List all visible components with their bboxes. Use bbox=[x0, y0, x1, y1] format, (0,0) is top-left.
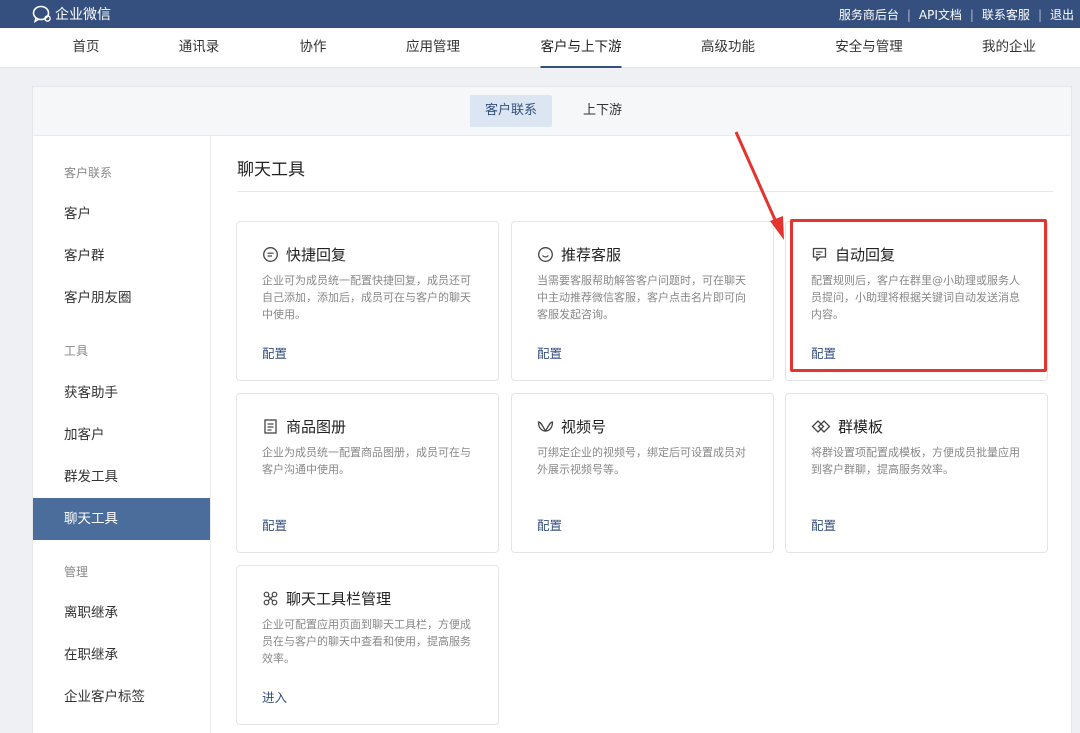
sidebar-group-label: 客户联系 bbox=[64, 166, 113, 180]
card-recommend-service[interactable]: 推荐客服 当需要客服帮助解答客户问题时，可在聊天中主动推荐微信客服，客户点击名片… bbox=[511, 221, 774, 381]
group-template-icon bbox=[811, 420, 831, 433]
configure-link[interactable]: 配置 bbox=[537, 515, 562, 534]
card-product-album[interactable]: 商品图册 企业为成员统一配置商品图册，成员可在与客户沟通中使用。 配置 bbox=[236, 393, 499, 553]
tab-upstream[interactable]: 上下游 bbox=[568, 95, 637, 127]
product-album-icon bbox=[264, 419, 277, 434]
sidebar-item-customers[interactable]: 客户 bbox=[33, 193, 210, 235]
channels-icon bbox=[537, 421, 554, 433]
card-title: 商品图册 bbox=[286, 418, 347, 436]
card-channels[interactable]: 视频号 可绑定企业的视频号，绑定后可设置成员对外展示视频号等。 配置 bbox=[511, 393, 774, 553]
sidebar: 客户联系 客户 客户群 客户朋友圈 工具 获客助手 加客户 群发工具 聊天工具 … bbox=[33, 136, 211, 733]
top-bar: 企业微信 服务商后台 | API文档 | 联系客服 | 退出 bbox=[0, 0, 1080, 28]
card-description: 将群设置项配置成模板，方便成员批量应用到客户群聊，提高服务效率。 bbox=[811, 446, 1020, 476]
card-description: 企业可配置应用页面到聊天工具栏，方便成员在与客户的聊天中查看和使用，提高服务效率… bbox=[262, 618, 471, 665]
contact-support-link[interactable]: 联系客服 bbox=[982, 6, 1030, 23]
nav-my-company[interactable]: 我的企业 bbox=[982, 28, 1036, 68]
quick-reply-icon bbox=[263, 247, 278, 262]
card-description: 配置规则后，客户在群里@小助理或服务人员提问，小助理将根据关键词自动发送消息内容… bbox=[811, 274, 1020, 321]
wecom-logo-icon bbox=[32, 5, 51, 23]
provider-console-link[interactable]: 服务商后台 bbox=[839, 6, 899, 23]
nav-home[interactable]: 首页 bbox=[73, 28, 100, 68]
configure-link[interactable]: 配置 bbox=[537, 343, 562, 362]
nav-app-management[interactable]: 应用管理 bbox=[406, 28, 460, 68]
card-description: 企业为成员统一配置商品图册，成员可在与客户沟通中使用。 bbox=[262, 446, 471, 476]
divider: | bbox=[969, 7, 974, 22]
card-group-template[interactable]: 群模板 将群设置项配置成模板，方便成员批量应用到客户群聊，提高服务效率。 配置 bbox=[785, 393, 1048, 553]
nav-security[interactable]: 安全与管理 bbox=[835, 28, 903, 68]
api-docs-link[interactable]: API文档 bbox=[919, 6, 962, 23]
card-title: 群模板 bbox=[838, 418, 884, 436]
sidebar-item-mass-send[interactable]: 群发工具 bbox=[33, 456, 210, 498]
tab-customer-contact[interactable]: 客户联系 bbox=[470, 95, 553, 127]
nav-contacts[interactable]: 通讯录 bbox=[179, 28, 220, 68]
recommend-service-icon bbox=[538, 247, 553, 262]
card-description: 当需要客服帮助解答客户问题时，可在聊天中主动推荐微信客服，客户点击名片即可向客服… bbox=[537, 274, 746, 321]
main-nav: 首页 通讯录 协作 应用管理 客户与上下游 高级功能 安全与管理 我的企业 bbox=[0, 28, 1080, 68]
toolbar-manage-icon bbox=[263, 591, 278, 606]
card-description: 可绑定企业的视频号，绑定后可设置成员对外展示视频号等。 bbox=[537, 446, 746, 476]
page-title: 聊天工具 bbox=[237, 160, 305, 180]
enter-link[interactable]: 进入 bbox=[262, 687, 287, 706]
sidebar-item-chat-tools[interactable]: 聊天工具 bbox=[33, 498, 210, 540]
card-title: 聊天工具栏管理 bbox=[286, 590, 392, 608]
nav-collaboration[interactable]: 协作 bbox=[300, 28, 327, 68]
nav-customers-upstream[interactable]: 客户与上下游 bbox=[540, 28, 622, 68]
card-title: 快捷回复 bbox=[286, 246, 347, 264]
card-title: 推荐客服 bbox=[561, 246, 622, 264]
app-name: 企业微信 bbox=[55, 7, 111, 23]
app-logo[interactable]: 企业微信 bbox=[32, 4, 111, 24]
card-toolbar-manage[interactable]: 聊天工具栏管理 企业可配置应用页面到聊天工具栏，方便成员在与客户的聊天中查看和使… bbox=[236, 565, 499, 725]
sidebar-item-customer-groups[interactable]: 客户群 bbox=[33, 235, 210, 277]
configure-link[interactable]: 配置 bbox=[262, 343, 287, 362]
card-quick-reply[interactable]: 快捷回复 企业可为成员统一配置快捷回复，成员还可自己添加，添加后，成员可在与客户… bbox=[236, 221, 499, 381]
logout-link[interactable]: 退出 bbox=[1050, 6, 1074, 23]
divider: | bbox=[1037, 7, 1042, 22]
title-divider bbox=[237, 191, 1053, 192]
sidebar-item-acquisition[interactable]: 获客助手 bbox=[33, 372, 210, 414]
sidebar-item-resigned-inheritance[interactable]: 离职继承 bbox=[33, 592, 210, 634]
auto-reply-icon bbox=[812, 247, 827, 262]
configure-link[interactable]: 配置 bbox=[262, 515, 287, 534]
top-links: 服务商后台 | API文档 | 联系客服 | 退出 bbox=[839, 6, 1074, 23]
sidebar-item-moments[interactable]: 客户朋友圈 bbox=[33, 277, 210, 319]
sidebar-item-customer-tags[interactable]: 企业客户标签 bbox=[33, 676, 210, 718]
sub-tabs: 客户联系 上下游 bbox=[33, 87, 1071, 136]
configure-link[interactable]: 配置 bbox=[811, 515, 836, 534]
card-description: 企业可为成员统一配置快捷回复，成员还可自己添加，添加后，成员可在与客户的聊天中使… bbox=[262, 274, 471, 321]
sidebar-group-label: 工具 bbox=[64, 344, 89, 358]
sidebar-item-active-inheritance[interactable]: 在职继承 bbox=[33, 634, 210, 676]
card-title: 自动回复 bbox=[835, 246, 896, 264]
sidebar-group-label: 管理 bbox=[64, 565, 89, 579]
divider: | bbox=[906, 7, 911, 22]
card-auto-reply[interactable]: 自动回复 配置规则后，客户在群里@小助理或服务人员提问，小助理将根据关键词自动发… bbox=[785, 221, 1048, 381]
configure-link[interactable]: 配置 bbox=[811, 343, 836, 362]
nav-advanced[interactable]: 高级功能 bbox=[701, 28, 755, 68]
sidebar-item-add-customers[interactable]: 加客户 bbox=[33, 414, 210, 456]
card-title: 视频号 bbox=[561, 418, 607, 436]
